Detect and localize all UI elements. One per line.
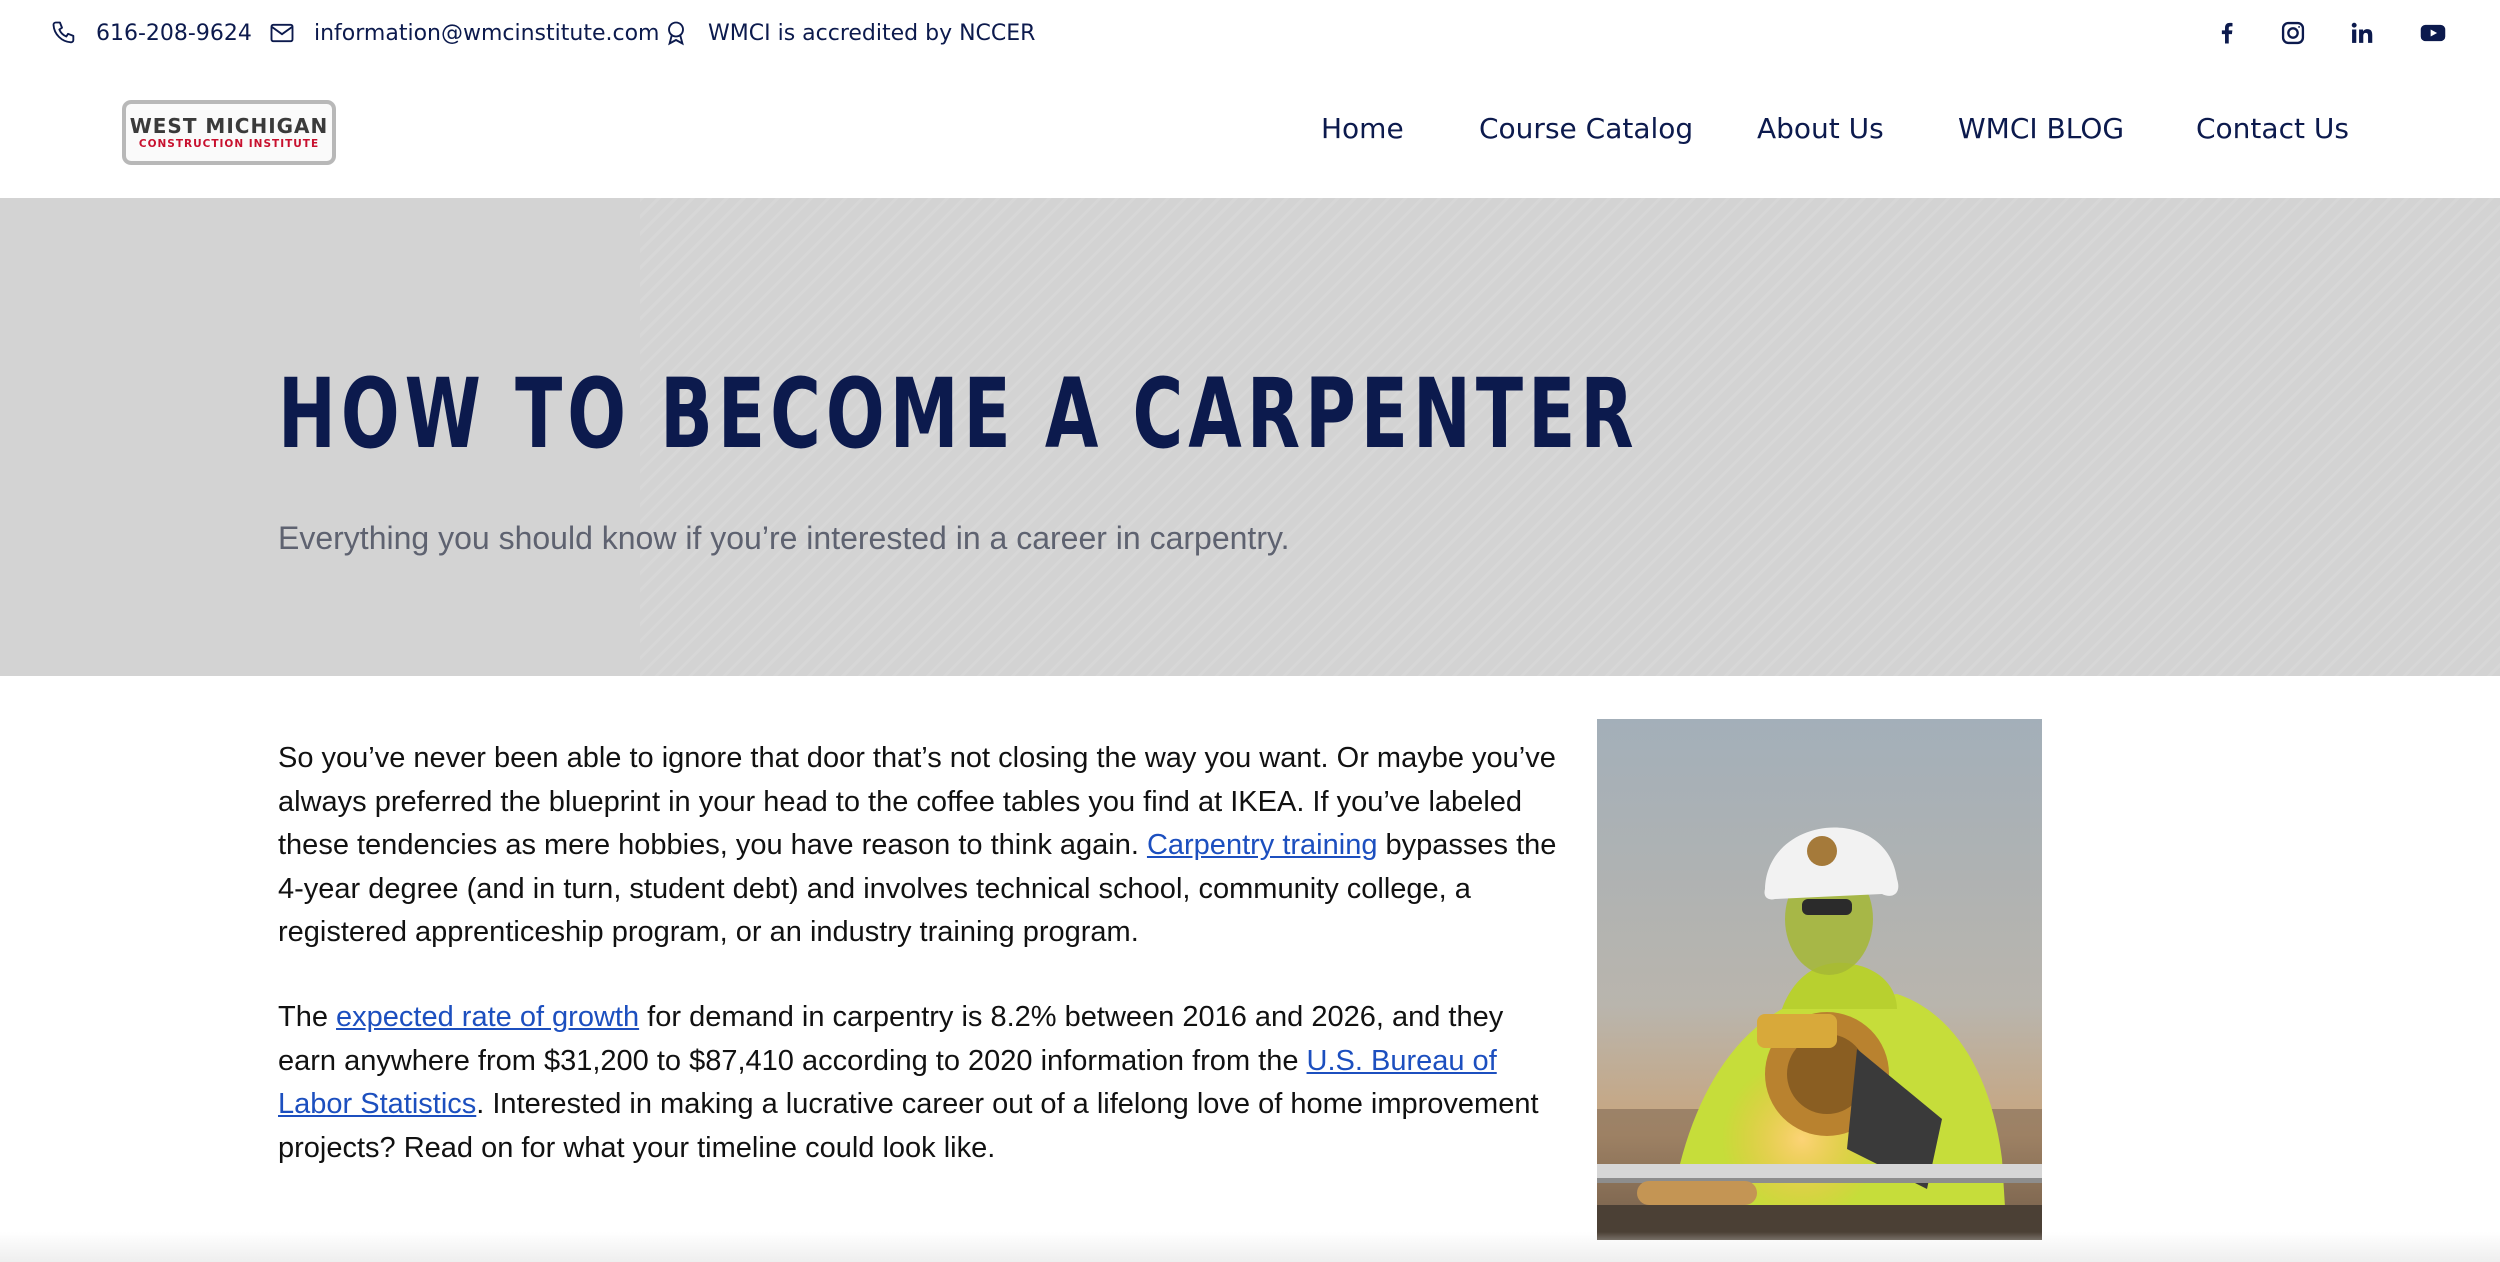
paragraph-2-text-a: The bbox=[278, 1001, 337, 1033]
email-contact[interactable]: information@wmcinstitute.com bbox=[268, 18, 659, 48]
phone-icon bbox=[52, 21, 75, 44]
nav-wmci-blog[interactable]: WMCI BLOG bbox=[1958, 112, 2124, 152]
article-paragraph-1: So you’ve never been able to ignore that… bbox=[278, 737, 1568, 955]
hero-banner: HOW TO BECOME A CARPENTER Everything you… bbox=[0, 198, 2500, 676]
carpenter-photo bbox=[1597, 719, 2042, 1240]
site-logo[interactable]: WEST MICHIGAN CONSTRUCTION INSTITUTE bbox=[122, 100, 336, 165]
facebook-icon[interactable] bbox=[2210, 16, 2244, 50]
nav-contact-us[interactable]: Contact Us bbox=[2196, 112, 2349, 152]
email-address[interactable]: information@wmcinstitute.com bbox=[314, 21, 659, 46]
logo-line-2: CONSTRUCTION INSTITUTE bbox=[138, 137, 320, 150]
phone-number[interactable]: 616-208-9624 bbox=[96, 21, 252, 46]
accreditation-text: WMCI is accredited by NCCER bbox=[708, 20, 1036, 46]
top-utility-bar: 616-208-9624 information@wmcinstitute.co… bbox=[0, 0, 2500, 66]
logo-line-1: WEST MICHIGAN bbox=[129, 113, 329, 138]
page-subtitle: Everything you should know if you’re int… bbox=[278, 520, 1290, 556]
linkedin-icon[interactable] bbox=[2345, 16, 2379, 50]
nav-about-us[interactable]: About Us bbox=[1757, 112, 1884, 152]
mail-icon bbox=[270, 23, 294, 43]
carpentry-training-link[interactable]: Carpentry training bbox=[1147, 829, 1378, 861]
bottom-shadow bbox=[0, 1232, 2500, 1262]
accreditation-note: WMCI is accredited by NCCER bbox=[662, 18, 1035, 48]
nav-home[interactable]: Home bbox=[1321, 112, 1404, 152]
article-paragraph-2: The expected rate of growth for demand i… bbox=[278, 996, 1568, 1170]
award-icon bbox=[668, 21, 684, 46]
nav-course-catalog[interactable]: Course Catalog bbox=[1479, 112, 1693, 152]
page-title: HOW TO BECOME A CARPENTER bbox=[278, 358, 1639, 470]
phone-contact[interactable]: 616-208-9624 bbox=[50, 18, 252, 48]
instagram-icon[interactable] bbox=[2276, 16, 2310, 50]
youtube-icon[interactable] bbox=[2416, 16, 2450, 50]
expected-rate-of-growth-link[interactable]: expected rate of growth bbox=[336, 1001, 639, 1033]
